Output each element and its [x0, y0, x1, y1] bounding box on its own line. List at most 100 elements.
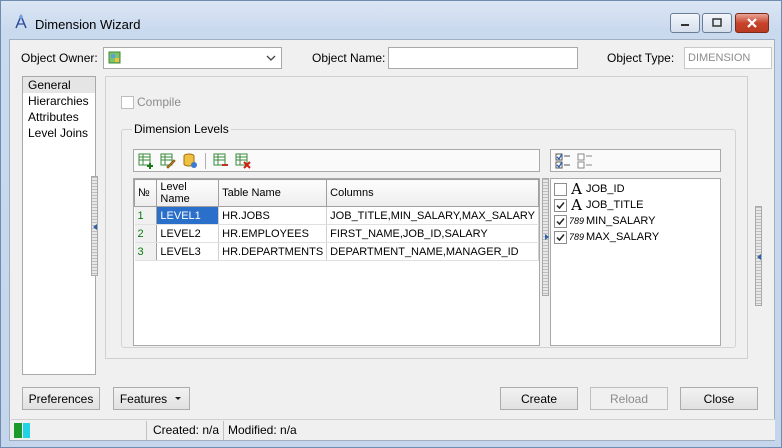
level-name-cell[interactable]: LEVEL3 [156, 242, 220, 261]
checkmark-icon [556, 217, 565, 225]
levels-toolbar [133, 149, 540, 172]
dimension-levels-title: Dimension Levels [132, 122, 231, 136]
column-header-number[interactable]: № [134, 179, 158, 207]
nav-item-attributes[interactable]: Attributes [23, 109, 95, 125]
add-level-button[interactable] [136, 151, 156, 171]
columns-cell[interactable]: FIRST_NAME,JOB_ID,SALARY [326, 224, 539, 243]
table-name-cell[interactable]: HR.EMPLOYEES [218, 224, 328, 243]
column-header-columns[interactable]: Columns [326, 179, 539, 207]
title-bar[interactable]: Dimension Wizard [1, 1, 781, 37]
columns-cell[interactable]: JOB_TITLE,MIN_SALARY,MAX_SALARY [326, 206, 539, 225]
nav-item-hierarchies[interactable]: Hierarchies [23, 93, 95, 109]
preferences-button[interactable]: Preferences [22, 387, 100, 410]
table-row[interactable]: 1 LEVEL1 HR.JOBS JOB_TITLE,MIN_SALARY,MA… [134, 206, 539, 225]
nav-splitter[interactable] [91, 176, 98, 276]
edit-level-button[interactable] [158, 151, 178, 171]
uncheck-all-icon [577, 153, 592, 168]
delete-row-icon [235, 153, 251, 169]
delete-level-button[interactable] [233, 151, 253, 171]
compile-label: Compile [137, 95, 182, 109]
text-type-icon: A [571, 180, 582, 198]
column-checkbox[interactable] [554, 198, 567, 212]
minimize-button[interactable] [670, 13, 700, 33]
columns-cell[interactable]: DEPARTMENT_NAME,MANAGER_ID [326, 242, 539, 261]
insert-level-button[interactable] [211, 151, 231, 171]
compile-checkbox[interactable] [121, 95, 134, 109]
minimize-icon [681, 24, 689, 26]
features-button[interactable]: Features [113, 387, 190, 410]
levels-splitter[interactable] [542, 178, 549, 296]
row-number: 2 [134, 224, 158, 243]
close-window-button[interactable] [735, 13, 769, 33]
text-type-icon: A [571, 196, 582, 214]
column-header-level-name[interactable]: Level Name [156, 179, 220, 207]
created-status: Created: n/a [147, 420, 224, 440]
arrow-left-icon [93, 224, 97, 230]
close-button[interactable]: Close [680, 387, 758, 410]
status-green-block [14, 422, 22, 438]
checkmark-icon [556, 201, 565, 209]
table-row[interactable]: 2 LEVEL2 HR.EMPLOYEES FIRST_NAME,JOB_ID,… [134, 224, 539, 243]
object-owner-label: Object Owner: [21, 51, 98, 65]
wizard-nav: General Hierarchies Attributes Level Joi… [22, 76, 96, 375]
reload-button: Reload [590, 387, 668, 410]
create-button[interactable]: Create [500, 387, 578, 410]
database-level-button[interactable] [180, 151, 200, 171]
object-type-field: DIMENSION [684, 47, 772, 69]
dialog-body: Object Owner: Object Name: Object Type: … [9, 39, 775, 441]
modified-status: Modified: n/a [228, 423, 297, 437]
arrow-right-icon [545, 234, 549, 240]
checkmark-icon [556, 233, 565, 241]
uncheck-all-button[interactable] [575, 151, 595, 171]
close-icon [747, 18, 757, 28]
list-item[interactable]: A JOB_ID [551, 180, 720, 198]
table-name-cell[interactable]: HR.JOBS [218, 206, 328, 225]
dialog-window: Dimension Wizard Object Owner: Object Na… [0, 0, 782, 448]
levels-grid[interactable]: № Level Name Table Name Columns 1 LEVEL1… [133, 178, 540, 346]
number-type-icon: 789 [568, 216, 585, 226]
number-type-icon: 789 [568, 232, 585, 242]
columns-toolbar [550, 149, 721, 172]
toolbar-separator [205, 152, 206, 169]
column-name: JOB_TITLE [586, 199, 644, 211]
nav-item-general[interactable]: General [23, 77, 95, 93]
list-item[interactable]: 789 MAX_SALARY [551, 229, 720, 245]
maximize-icon [712, 18, 722, 27]
object-owner-combo[interactable] [103, 47, 282, 69]
list-item[interactable]: 789 MIN_SALARY [551, 213, 720, 229]
level-name-cell[interactable]: LEVEL2 [156, 224, 220, 243]
table-name-cell[interactable]: HR.DEPARTMENTS [218, 242, 328, 261]
column-header-table-name[interactable]: Table Name [218, 179, 328, 207]
column-checkbox[interactable] [554, 230, 567, 244]
status-indicator [11, 420, 147, 440]
status-cyan-block [23, 422, 30, 438]
arrow-left-icon [757, 254, 761, 260]
nav-item-level-joins[interactable]: Level Joins [23, 125, 95, 141]
column-name: JOB_ID [586, 183, 625, 195]
row-number: 3 [134, 242, 158, 261]
object-type-label: Object Type: [607, 51, 675, 65]
table-row[interactable]: 3 LEVEL3 HR.DEPARTMENTS DEPARTMENT_NAME,… [134, 242, 539, 261]
object-name-input[interactable] [388, 47, 578, 69]
object-name-label: Object Name: [312, 51, 386, 65]
add-row-icon [138, 153, 153, 169]
database-icon [183, 153, 197, 168]
compile-option[interactable]: Compile [121, 95, 181, 109]
right-splitter[interactable] [755, 206, 762, 306]
column-checkbox[interactable] [554, 214, 567, 228]
column-checkbox[interactable] [554, 182, 567, 196]
row-number: 1 [134, 206, 158, 225]
check-all-button[interactable] [553, 151, 573, 171]
insert-row-icon [213, 153, 228, 166]
level-name-cell[interactable]: LEVEL1 [156, 206, 220, 225]
chevron-down-icon [265, 51, 277, 65]
general-page: Compile Dimension Levels № Level Name Ta… [105, 76, 748, 359]
maximize-button[interactable] [702, 13, 732, 33]
list-item[interactable]: A JOB_TITLE [551, 196, 720, 214]
features-label: Features [119, 391, 168, 406]
window-title: Dimension Wizard [35, 17, 141, 32]
dropdown-arrow-icon [175, 396, 182, 400]
dimension-levels-group: Dimension Levels № Level Name Table Name… [121, 122, 736, 348]
edit-row-icon [160, 153, 176, 169]
dimension-wizard-icon [13, 14, 29, 30]
